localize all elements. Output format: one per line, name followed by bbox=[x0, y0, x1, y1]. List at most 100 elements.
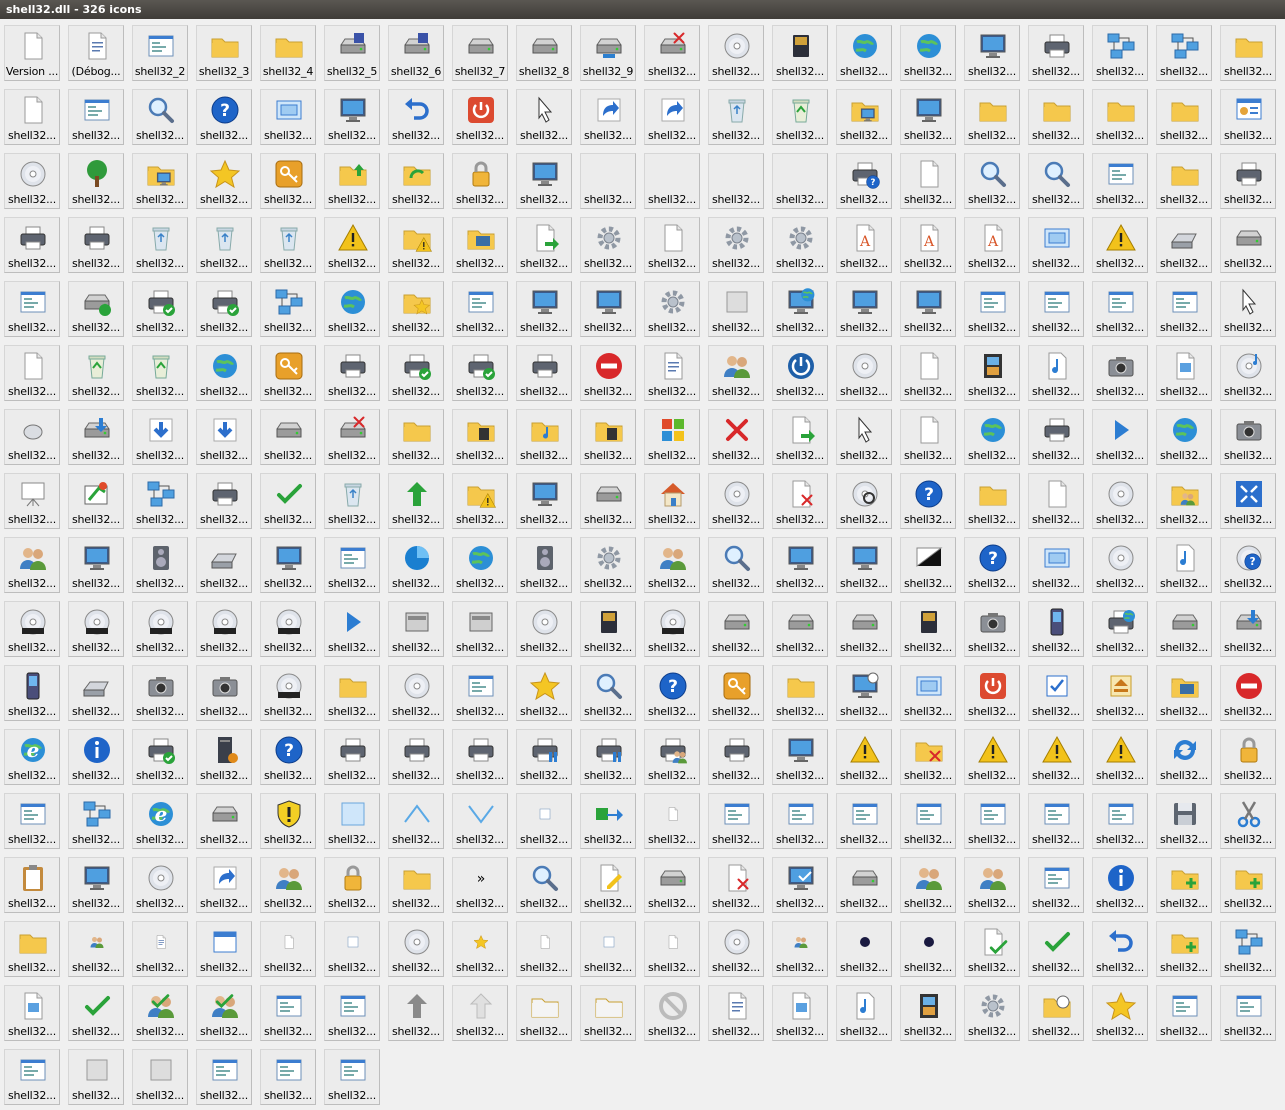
icon-cell[interactable]: shell32... bbox=[260, 217, 316, 273]
icon-cell[interactable]: shell32... bbox=[452, 665, 508, 721]
icon-cell[interactable]: shell32... bbox=[708, 25, 764, 81]
icon-cell[interactable]: shell32... bbox=[580, 409, 636, 465]
icon-cell[interactable]: shell32... bbox=[68, 857, 124, 913]
icon-cell[interactable]: shell32... bbox=[772, 217, 828, 273]
icon-cell[interactable]: shell32... bbox=[1156, 921, 1212, 977]
icon-cell[interactable]: shell32... bbox=[1220, 985, 1276, 1041]
icon-cell[interactable]: shell32... bbox=[708, 537, 764, 593]
icon-cell[interactable]: shell32... bbox=[836, 473, 892, 529]
icon-cell[interactable]: shell32... bbox=[772, 537, 828, 593]
icon-cell[interactable]: shell32... bbox=[644, 473, 700, 529]
icon-cell[interactable]: shell32... bbox=[4, 793, 60, 849]
icon-cell[interactable]: shell32... bbox=[900, 601, 956, 657]
icon-cell[interactable]: shell32... bbox=[1220, 601, 1276, 657]
icon-cell[interactable]: shell32... bbox=[580, 985, 636, 1041]
icon-cell[interactable]: shell32... bbox=[196, 985, 252, 1041]
icon-cell[interactable]: shell32... bbox=[452, 217, 508, 273]
icon-cell[interactable]: shell32... bbox=[964, 409, 1020, 465]
icon-cell[interactable]: shell32... bbox=[644, 793, 700, 849]
icon-cell[interactable]: shell32... bbox=[196, 153, 252, 209]
icon-cell[interactable]: ? shell32... bbox=[900, 473, 956, 529]
icon-cell[interactable]: shell32... bbox=[1156, 665, 1212, 721]
icon-cell[interactable]: shell32... bbox=[1156, 281, 1212, 337]
icon-cell[interactable]: shell32... bbox=[964, 665, 1020, 721]
icon-cell[interactable]: shell32... bbox=[132, 665, 188, 721]
icon-cell[interactable]: shell32... bbox=[4, 857, 60, 913]
icon-cell[interactable]: shell32... bbox=[644, 601, 700, 657]
icon-cell[interactable]: shell32... bbox=[68, 153, 124, 209]
icon-cell[interactable]: shell32... bbox=[1220, 25, 1276, 81]
icon-cell[interactable]: shell32... bbox=[1092, 473, 1148, 529]
icon-cell[interactable]: shell32... bbox=[388, 281, 444, 337]
icon-cell[interactable]: shell32... bbox=[580, 857, 636, 913]
icon-cell[interactable]: shell32... bbox=[260, 857, 316, 913]
icon-cell[interactable]: shell32... bbox=[324, 921, 380, 977]
icon-cell[interactable]: shell32... bbox=[1156, 729, 1212, 785]
icon-cell[interactable]: shell32... bbox=[1156, 537, 1212, 593]
icon-cell[interactable]: shell32... bbox=[772, 729, 828, 785]
icon-cell[interactable]: » shell32... bbox=[452, 857, 508, 913]
icon-cell[interactable]: shell32... bbox=[132, 537, 188, 593]
icon-cell[interactable]: shell32... bbox=[1028, 921, 1084, 977]
icon-cell[interactable]: shell32... bbox=[452, 601, 508, 657]
icon-cell[interactable]: Ashell32... bbox=[836, 217, 892, 273]
icon-cell[interactable]: shell32... bbox=[4, 601, 60, 657]
icon-cell[interactable]: shell32... bbox=[132, 89, 188, 145]
icon-cell[interactable]: shell32... bbox=[452, 473, 508, 529]
icon-cell[interactable]: shell32... bbox=[1092, 537, 1148, 593]
icon-cell[interactable]: shell32... bbox=[708, 665, 764, 721]
icon-cell[interactable]: shell32... bbox=[324, 89, 380, 145]
icon-cell[interactable]: shell32... bbox=[708, 153, 764, 209]
icon-cell[interactable]: shell32... bbox=[452, 409, 508, 465]
icon-cell[interactable]: shell32... bbox=[644, 89, 700, 145]
icon-cell[interactable]: shell32... bbox=[580, 665, 636, 721]
icon-cell[interactable]: shell32... bbox=[68, 537, 124, 593]
icon-cell[interactable]: shell32... bbox=[516, 281, 572, 337]
icon-cell[interactable]: ? shell32... bbox=[196, 89, 252, 145]
icon-cell[interactable]: shell32... bbox=[644, 345, 700, 401]
icon-cell[interactable]: shell32... bbox=[132, 985, 188, 1041]
icon-cell[interactable]: shell32... bbox=[900, 729, 956, 785]
icon-cell[interactable]: shell32... bbox=[260, 985, 316, 1041]
icon-cell[interactable]: shell32... bbox=[196, 217, 252, 273]
icon-cell[interactable]: shell32... bbox=[260, 409, 316, 465]
icon-cell[interactable]: shell32... bbox=[516, 217, 572, 273]
icon-cell[interactable]: shell32... bbox=[1028, 153, 1084, 209]
icon-cell[interactable]: shell32... bbox=[1028, 345, 1084, 401]
icon-cell[interactable]: shell32... bbox=[1028, 473, 1084, 529]
icon-cell[interactable]: shell32... bbox=[196, 793, 252, 849]
icon-cell[interactable]: shell32... bbox=[964, 601, 1020, 657]
icon-cell[interactable]: shell32... bbox=[196, 921, 252, 977]
icon-cell[interactable]: shell32... bbox=[900, 921, 956, 977]
icon-cell[interactable]: shell32... bbox=[388, 89, 444, 145]
icon-cell[interactable]: shell32... bbox=[516, 473, 572, 529]
icon-cell[interactable]: shell32... bbox=[4, 665, 60, 721]
icon-cell[interactable]: shell32... bbox=[1220, 793, 1276, 849]
icon-cell[interactable]: shell32... bbox=[388, 729, 444, 785]
icon-cell[interactable]: shell32_4 bbox=[260, 25, 316, 81]
icon-cell[interactable]: shell32... bbox=[708, 217, 764, 273]
icon-cell[interactable]: shell32... bbox=[132, 729, 188, 785]
icon-cell[interactable]: shell32... bbox=[4, 217, 60, 273]
icon-cell[interactable]: shell32... bbox=[68, 217, 124, 273]
icon-cell[interactable]: shell32... bbox=[324, 729, 380, 785]
icon-cell[interactable]: shell32... bbox=[68, 281, 124, 337]
icon-cell[interactable]: shell32... bbox=[964, 89, 1020, 145]
icon-cell[interactable]: shell32... bbox=[1028, 281, 1084, 337]
icon-cell[interactable]: shell32... bbox=[388, 793, 444, 849]
icon-cell[interactable]: shell32... bbox=[68, 345, 124, 401]
icon-cell[interactable]: shell32... bbox=[708, 345, 764, 401]
icon-cell[interactable]: shell32... bbox=[580, 473, 636, 529]
icon-cell[interactable]: shell32... bbox=[644, 729, 700, 785]
icon-cell[interactable]: shell32... bbox=[4, 1049, 60, 1105]
icon-cell[interactable]: shell32... bbox=[644, 153, 700, 209]
icon-cell[interactable]: shell32... bbox=[1092, 281, 1148, 337]
icon-cell[interactable]: shell32... bbox=[260, 473, 316, 529]
icon-cell[interactable]: shell32... bbox=[132, 921, 188, 977]
icon-cell[interactable]: shell32... bbox=[1092, 153, 1148, 209]
icon-cell[interactable]: shell32... bbox=[388, 537, 444, 593]
icon-cell[interactable]: shell32... bbox=[324, 217, 380, 273]
icon-cell[interactable]: shell32... bbox=[516, 601, 572, 657]
icon-cell[interactable]: e shell32... bbox=[4, 729, 60, 785]
icon-cell[interactable]: shell32... bbox=[516, 665, 572, 721]
